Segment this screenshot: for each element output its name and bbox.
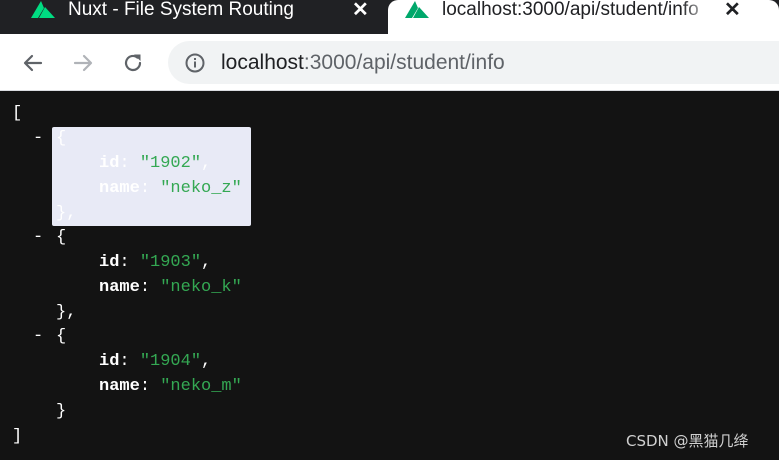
object-close-brace: }, <box>56 204 77 223</box>
reload-button[interactable] <box>118 48 148 78</box>
url-host: localhost <box>221 51 304 74</box>
address-bar[interactable]: localhost:3000/api/student/info <box>168 41 779 84</box>
tab-title: Nuxt - File System Routing <box>68 0 294 20</box>
collapse-toggle[interactable]: - <box>33 127 43 151</box>
arrow-right-icon <box>73 54 93 72</box>
tab-title: localhost:3000/api/student/info <box>442 0 699 20</box>
reload-icon <box>124 54 142 72</box>
object-open-brace: { <box>56 129 67 148</box>
info-icon[interactable] <box>184 52 206 74</box>
collapse-toggle[interactable]: - <box>33 325 43 349</box>
tab-strip: Nuxt - File System Routing ✕ localhost:3… <box>0 0 779 34</box>
json-row-id: id: "1903", <box>99 253 212 272</box>
array-open-bracket: [ <box>12 104 23 123</box>
watermark: CSDN @黑猫几绛 <box>626 432 749 450</box>
array-close-bracket: ] <box>12 427 23 446</box>
object-close-brace: }, <box>56 303 77 322</box>
json-row-name: name: "neko_z" <box>99 179 242 198</box>
back-button[interactable] <box>18 48 48 78</box>
url-text: localhost:3000/api/student/info <box>221 50 505 75</box>
object-close-brace: } <box>56 402 67 421</box>
nuxt-logo-icon <box>31 1 55 18</box>
tab-student-info[interactable]: localhost:3000/api/student/info ✕ <box>388 0 779 34</box>
json-row-name: name: "neko_k" <box>99 278 242 297</box>
json-row-id: id: "1902", <box>99 154 212 173</box>
nuxt-logo-icon <box>405 1 429 18</box>
arrow-left-icon <box>23 54 43 72</box>
close-icon[interactable]: ✕ <box>724 0 741 23</box>
tab-nuxt-routing[interactable]: Nuxt - File System Routing ✕ <box>0 0 388 34</box>
object-open-brace: { <box>56 228 67 247</box>
json-viewer: [ - { id: "1902", name: "neko_z" }, - { … <box>0 92 779 460</box>
close-icon[interactable]: ✕ <box>352 0 369 23</box>
collapse-toggle[interactable]: - <box>33 226 43 250</box>
json-row-name: name: "neko_m" <box>99 377 242 396</box>
object-open-brace: { <box>56 327 67 346</box>
browser-toolbar: localhost:3000/api/student/info <box>0 34 779 91</box>
forward-button[interactable] <box>68 48 98 78</box>
url-path: :3000/api/student/info <box>303 51 505 74</box>
json-row-id: id: "1904", <box>99 352 212 371</box>
